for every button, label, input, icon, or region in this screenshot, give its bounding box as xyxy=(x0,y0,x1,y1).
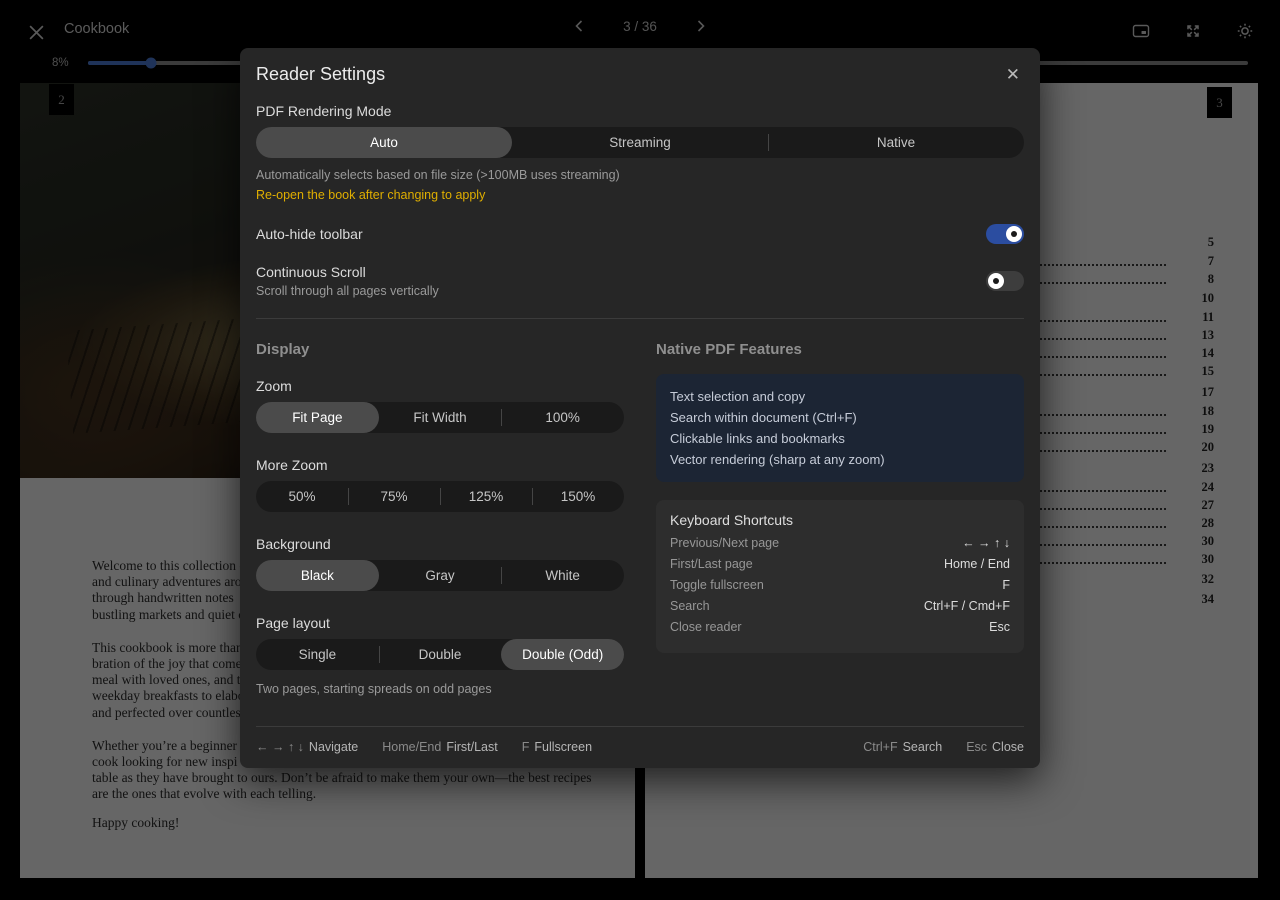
native-feature-item: Search within document (Ctrl+F) xyxy=(670,407,1010,428)
continuous-scroll-label: Continuous Scroll xyxy=(256,264,439,280)
shortcut-label: First/Last page xyxy=(670,557,753,571)
auto-hide-toolbar-toggle[interactable] xyxy=(986,224,1024,244)
layout-option-single[interactable]: Single xyxy=(256,639,379,670)
shortcut-keys: Ctrl+F / Cmd+F xyxy=(924,599,1010,613)
shortcut-keys: F xyxy=(1002,578,1010,592)
native-features-panel: Text selection and copy Search within do… xyxy=(656,374,1024,482)
native-feature-item: Text selection and copy xyxy=(670,386,1010,407)
zoom-label: Zoom xyxy=(256,378,624,394)
keyboard-shortcuts-panel: Keyboard Shortcuts Previous/Next page ← … xyxy=(656,500,1024,653)
shortcut-label: Toggle fullscreen xyxy=(670,578,764,592)
native-features-heading: Native PDF Features xyxy=(656,341,1024,358)
continuous-scroll-toggle[interactable] xyxy=(986,271,1024,291)
shortcut-row: Toggle fullscreen F xyxy=(670,578,1010,599)
shortcut-row: Previous/Next page ← → ↑ ↓ xyxy=(670,536,1010,557)
hint-first-last: Home/End First/Last xyxy=(382,740,497,754)
shortcut-label: Search xyxy=(670,599,710,613)
rendering-warning-text: Re-open the book after changing to apply xyxy=(256,188,1024,202)
shortcut-keys: ← → ↑ ↓ xyxy=(962,536,1010,550)
rendering-mode-segmented-control: Auto Streaming Native xyxy=(256,127,1024,158)
continuous-scroll-row: Continuous Scroll Scroll through all pag… xyxy=(256,264,1024,298)
auto-hide-toolbar-label: Auto-hide toolbar xyxy=(256,226,363,242)
more-zoom-segmented-control: 50% 75% 125% 150% xyxy=(256,481,624,512)
more-zoom-label: More Zoom xyxy=(256,457,624,473)
zoom-option-fit-page[interactable]: Fit Page xyxy=(256,402,379,433)
hint-label: First/Last xyxy=(446,740,497,754)
section-divider xyxy=(256,318,1024,319)
native-features-column: Native PDF Features Text selection and c… xyxy=(656,341,1024,696)
shortcut-label: Previous/Next page xyxy=(670,536,779,550)
continuous-scroll-sublabel: Scroll through all pages vertically xyxy=(256,284,439,298)
zoom-segmented-control: Fit Page Fit Width 100% xyxy=(256,402,624,433)
page-layout-segmented-control: Single Double Double (Odd) xyxy=(256,639,624,670)
shortcut-row: Search Ctrl+F / Cmd+F xyxy=(670,599,1010,620)
more-zoom-option-50[interactable]: 50% xyxy=(256,481,348,512)
shortcut-keys: Home / End xyxy=(944,557,1010,571)
reader-settings-dialog: Reader Settings ✕ PDF Rendering Mode Aut… xyxy=(240,48,1040,768)
page-layout-helper: Two pages, starting spreads on odd pages xyxy=(256,682,624,696)
close-icon: ✕ xyxy=(1006,65,1020,84)
toggle-knob xyxy=(1006,226,1022,242)
hint-keys: Esc xyxy=(966,740,987,754)
rendering-option-native[interactable]: Native xyxy=(768,127,1024,158)
shortcut-row: First/Last page Home / End xyxy=(670,557,1010,578)
hint-keys: Home/End xyxy=(382,740,441,754)
rendering-option-streaming[interactable]: Streaming xyxy=(512,127,768,158)
shortcut-keys: Esc xyxy=(989,620,1010,634)
native-feature-item: Vector rendering (sharp at any zoom) xyxy=(670,449,1010,470)
settings-columns: Display Zoom Fit Page Fit Width 100% Mor… xyxy=(256,341,1024,696)
hint-keys: Ctrl+F xyxy=(863,740,897,754)
rendering-mode-label: PDF Rendering Mode xyxy=(256,103,1024,119)
layout-option-double-odd[interactable]: Double (Odd) xyxy=(501,639,624,670)
hint-close: Esc Close xyxy=(966,740,1024,754)
hint-label: Navigate xyxy=(309,740,358,754)
zoom-option-100[interactable]: 100% xyxy=(501,402,624,433)
hint-label: Fullscreen xyxy=(534,740,592,754)
display-column: Display Zoom Fit Page Fit Width 100% Mor… xyxy=(256,341,624,696)
rendering-option-auto[interactable]: Auto xyxy=(256,127,512,158)
hint-label: Search xyxy=(903,740,943,754)
hint-label: Close xyxy=(992,740,1024,754)
dialog-title: Reader Settings xyxy=(256,64,385,85)
footer-right-hints: Ctrl+F Search Esc Close xyxy=(863,740,1024,754)
zoom-option-fit-width[interactable]: Fit Width xyxy=(379,402,502,433)
more-zoom-option-125[interactable]: 125% xyxy=(440,481,532,512)
background-option-black[interactable]: Black xyxy=(256,560,379,591)
rendering-helper-text: Automatically selects based on file size… xyxy=(256,168,1024,182)
hint-navigate: ← → ↑ ↓ Navigate xyxy=(256,740,358,754)
more-zoom-option-75[interactable]: 75% xyxy=(348,481,440,512)
background-segmented-control: Black Gray White xyxy=(256,560,624,591)
more-zoom-option-150[interactable]: 150% xyxy=(532,481,624,512)
dialog-footer-hints: ← → ↑ ↓ Navigate Home/End First/Last F F… xyxy=(256,726,1024,754)
dialog-header: Reader Settings ✕ xyxy=(256,64,1024,85)
dialog-close-button[interactable]: ✕ xyxy=(1002,64,1024,85)
hint-keys: ← → ↑ ↓ xyxy=(256,740,304,754)
background-option-white[interactable]: White xyxy=(501,560,624,591)
hint-keys: F xyxy=(522,740,530,754)
shortcut-row: Close reader Esc xyxy=(670,620,1010,641)
keyboard-shortcuts-heading: Keyboard Shortcuts xyxy=(670,512,1010,528)
shortcut-label: Close reader xyxy=(670,620,742,634)
layout-option-double[interactable]: Double xyxy=(379,639,502,670)
hint-search: Ctrl+F Search xyxy=(863,740,942,754)
display-heading: Display xyxy=(256,341,624,358)
native-feature-item: Clickable links and bookmarks xyxy=(670,428,1010,449)
toggle-knob xyxy=(988,273,1004,289)
background-option-gray[interactable]: Gray xyxy=(379,560,502,591)
reader-app: Cookbook 3 / 36 xyxy=(0,0,1280,900)
page-layout-label: Page layout xyxy=(256,615,624,631)
background-label: Background xyxy=(256,536,624,552)
auto-hide-toolbar-row: Auto-hide toolbar xyxy=(256,224,1024,244)
hint-fullscreen: F Fullscreen xyxy=(522,740,592,754)
